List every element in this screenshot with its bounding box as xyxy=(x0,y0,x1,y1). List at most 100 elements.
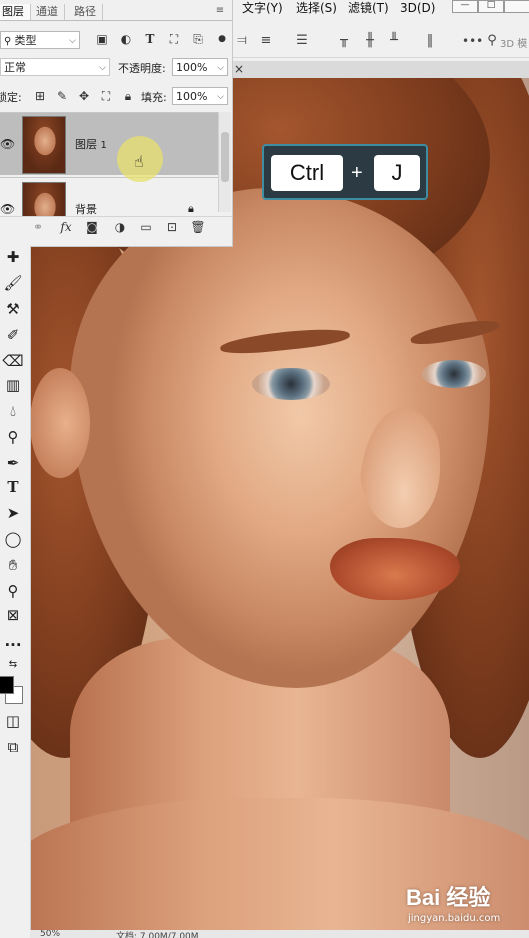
eye-icon[interactable]: 👁︎ xyxy=(0,202,15,216)
layer-row-selected[interactable]: 👁︎ 图层 1 xyxy=(0,113,218,175)
fill-field[interactable]: 100% ⌵ xyxy=(172,87,228,105)
chevron-down-icon: ⌵ xyxy=(99,63,106,73)
quick-mask-icon[interactable]: ◫ xyxy=(2,710,24,732)
filter-toggle-icon[interactable]: ● xyxy=(214,29,230,49)
menu-3d[interactable]: 3D(D) xyxy=(400,0,435,16)
opacity-field[interactable]: 100% ⌵ xyxy=(172,58,228,76)
watermark-logo: Bai 经验 xyxy=(406,885,491,910)
blur-icon[interactable]: 💧︎ xyxy=(2,400,24,422)
lock-all-icon[interactable]: 🔒︎ xyxy=(120,86,136,106)
healing-brush-icon[interactable]: ✚ xyxy=(2,246,24,268)
filter-shape-icon[interactable]: ⛶ xyxy=(166,29,182,49)
blend-mode-dropdown[interactable]: 正常 ⌵ xyxy=(0,58,110,76)
blend-row: 正常 ⌵ 不透明度: 100% ⌵ xyxy=(0,57,232,79)
hand-icon[interactable]: ✋︎ xyxy=(2,554,24,576)
chevron-down-icon: ⌵ xyxy=(69,36,76,46)
layer-thumbnail xyxy=(22,116,66,174)
opacity-value: 100% xyxy=(176,61,208,74)
search-icon[interactable]: ⚲ xyxy=(484,33,500,49)
photo-eye-right xyxy=(422,360,486,388)
dodge-icon[interactable]: ⚲ xyxy=(2,426,24,448)
lock-label: 锁定: xyxy=(0,91,22,104)
layer-number: 1 xyxy=(100,140,107,151)
frame-icon[interactable]: ⊠ xyxy=(2,604,24,626)
lock-row: 锁定: ⊞ ✎ ✥ ⛶ 🔒︎ 填充: 100% ⌵ xyxy=(0,86,232,108)
align-left-icon[interactable]: ⫤ xyxy=(234,33,250,49)
gradient-icon[interactable]: ▥ xyxy=(2,374,24,396)
foreground-color-swatch[interactable] xyxy=(0,676,14,694)
hand-cursor-icon: ☝ xyxy=(134,152,144,171)
menu-filter[interactable]: 滤镜(T) xyxy=(348,0,389,16)
align-top-icon[interactable]: ╥ xyxy=(336,33,352,49)
type-icon[interactable]: T xyxy=(2,476,24,498)
photo-nose xyxy=(360,408,440,528)
lock-paint-icon[interactable]: ✎ xyxy=(54,86,70,106)
filter-type-icon[interactable]: T xyxy=(142,29,158,49)
tab-layers[interactable]: 图层 xyxy=(0,4,31,20)
filter-kind-dropdown[interactable]: ⚲ 类型 ⌵ xyxy=(0,31,80,49)
link-icon[interactable]: ⚭ xyxy=(30,217,46,237)
opacity-label: 不透明度: xyxy=(118,62,166,75)
zoom-icon[interactable]: ⚲ xyxy=(2,580,24,602)
fill-label: 填充: xyxy=(141,91,167,104)
maximize-button[interactable]: □ xyxy=(478,0,504,13)
eraser-icon[interactable]: ⌫ xyxy=(2,350,24,372)
pen-icon[interactable]: ✒ xyxy=(2,452,24,474)
layer-name[interactable]: 图层 1 xyxy=(75,136,107,152)
options-bar: ⫤ ≡ ☰ ╥ ╫ ╨ ‖ ••• ⚲ 3D 模 xyxy=(232,27,529,58)
mask-icon[interactable]: ◙ xyxy=(84,217,100,237)
filter-pixel-icon[interactable]: ▣ xyxy=(94,29,110,49)
history-brush-icon[interactable]: ✐ xyxy=(2,324,24,346)
path-select-icon[interactable]: ➤ xyxy=(2,502,24,524)
brush-icon[interactable]: 🖌︎ xyxy=(2,272,24,294)
chevron-down-icon: ⌵ xyxy=(217,92,224,102)
watermark-url: jingyan.baidu.com xyxy=(408,913,501,924)
menu-select[interactable]: 选择(S) xyxy=(296,0,337,16)
lock-position-icon[interactable]: ✥ xyxy=(76,86,92,106)
swap-colors-icon[interactable]: ⇆ xyxy=(2,654,24,676)
document-size: 文档: 7.00M/7.00M xyxy=(116,932,199,938)
eye-icon[interactable]: 👁︎ xyxy=(0,137,15,151)
layer-list-scrollbar[interactable] xyxy=(218,112,231,212)
scrollbar-thumb[interactable] xyxy=(221,132,229,182)
filter-row: ⚲ 类型 ⌵ ▣ ◐ T ⛶ ⎘ ● xyxy=(0,29,232,51)
filter-adjustment-icon[interactable]: ◐ xyxy=(118,29,134,49)
minimize-button[interactable]: — xyxy=(452,0,478,13)
distribute-icon[interactable]: ☰ xyxy=(294,33,310,49)
adjustment-icon[interactable]: ◑ xyxy=(112,217,128,237)
lock-artboard-icon[interactable]: ⛶ xyxy=(98,86,114,106)
align-bottom-icon[interactable]: ╨ xyxy=(386,33,402,49)
zoom-level[interactable]: 50% xyxy=(40,930,60,938)
clone-stamp-icon[interactable]: ⚒ xyxy=(2,298,24,320)
chevron-down-icon: ⌵ xyxy=(217,63,224,73)
filter-kind-value: 类型 xyxy=(14,34,37,47)
trash-icon[interactable]: 🗑︎ xyxy=(190,217,206,237)
3d-mode-label[interactable]: 3D 模 xyxy=(500,35,527,50)
lock-transparent-icon[interactable]: ⊞ xyxy=(32,86,48,106)
layer-row-background[interactable]: 👁︎ 背景 🔒︎ xyxy=(0,177,218,217)
ellipse-icon[interactable]: ◯ xyxy=(2,528,24,550)
layer-name[interactable]: 背景 xyxy=(75,201,97,217)
layer-thumbnail xyxy=(22,182,66,217)
fx-icon[interactable]: fx xyxy=(58,217,74,237)
screen-mode-icon[interactable]: ⧉ xyxy=(2,736,24,758)
tools-panel: ✚ 🖌︎ ⚒ ✐ ⌫ ▥ 💧︎ ⚲ ✒ T ➤ ◯ ✋︎ ⚲ ⊠ ... ⇆ ◫… xyxy=(0,246,31,938)
align-vcenter-icon[interactable]: ╫ xyxy=(362,33,378,49)
menu-type[interactable]: 文字(Y) xyxy=(242,0,283,16)
align-hcenter-icon[interactable]: ≡ xyxy=(258,33,274,49)
tab-channels[interactable]: 通道 xyxy=(30,4,65,20)
tab-paths[interactable]: 路径 xyxy=(68,4,103,20)
filter-smart-object-icon[interactable]: ⎘ xyxy=(190,29,206,49)
folder-icon[interactable]: ▭ xyxy=(138,217,154,237)
close-document-button[interactable]: × xyxy=(234,61,244,77)
more-icon[interactable]: ... xyxy=(2,630,24,652)
distribute-vertical-icon[interactable]: ‖ xyxy=(422,33,438,49)
plus-sign: + xyxy=(351,162,363,184)
search-icon: ⚲ xyxy=(4,36,15,47)
fill-value: 100% xyxy=(176,90,208,103)
panel-menu-icon[interactable]: ≡ xyxy=(214,4,226,18)
more-options-icon[interactable]: ••• xyxy=(462,33,483,49)
close-window-button[interactable] xyxy=(504,0,529,13)
key-ctrl: Ctrl xyxy=(271,155,343,191)
new-layer-icon[interactable]: ⊡ xyxy=(164,217,180,237)
